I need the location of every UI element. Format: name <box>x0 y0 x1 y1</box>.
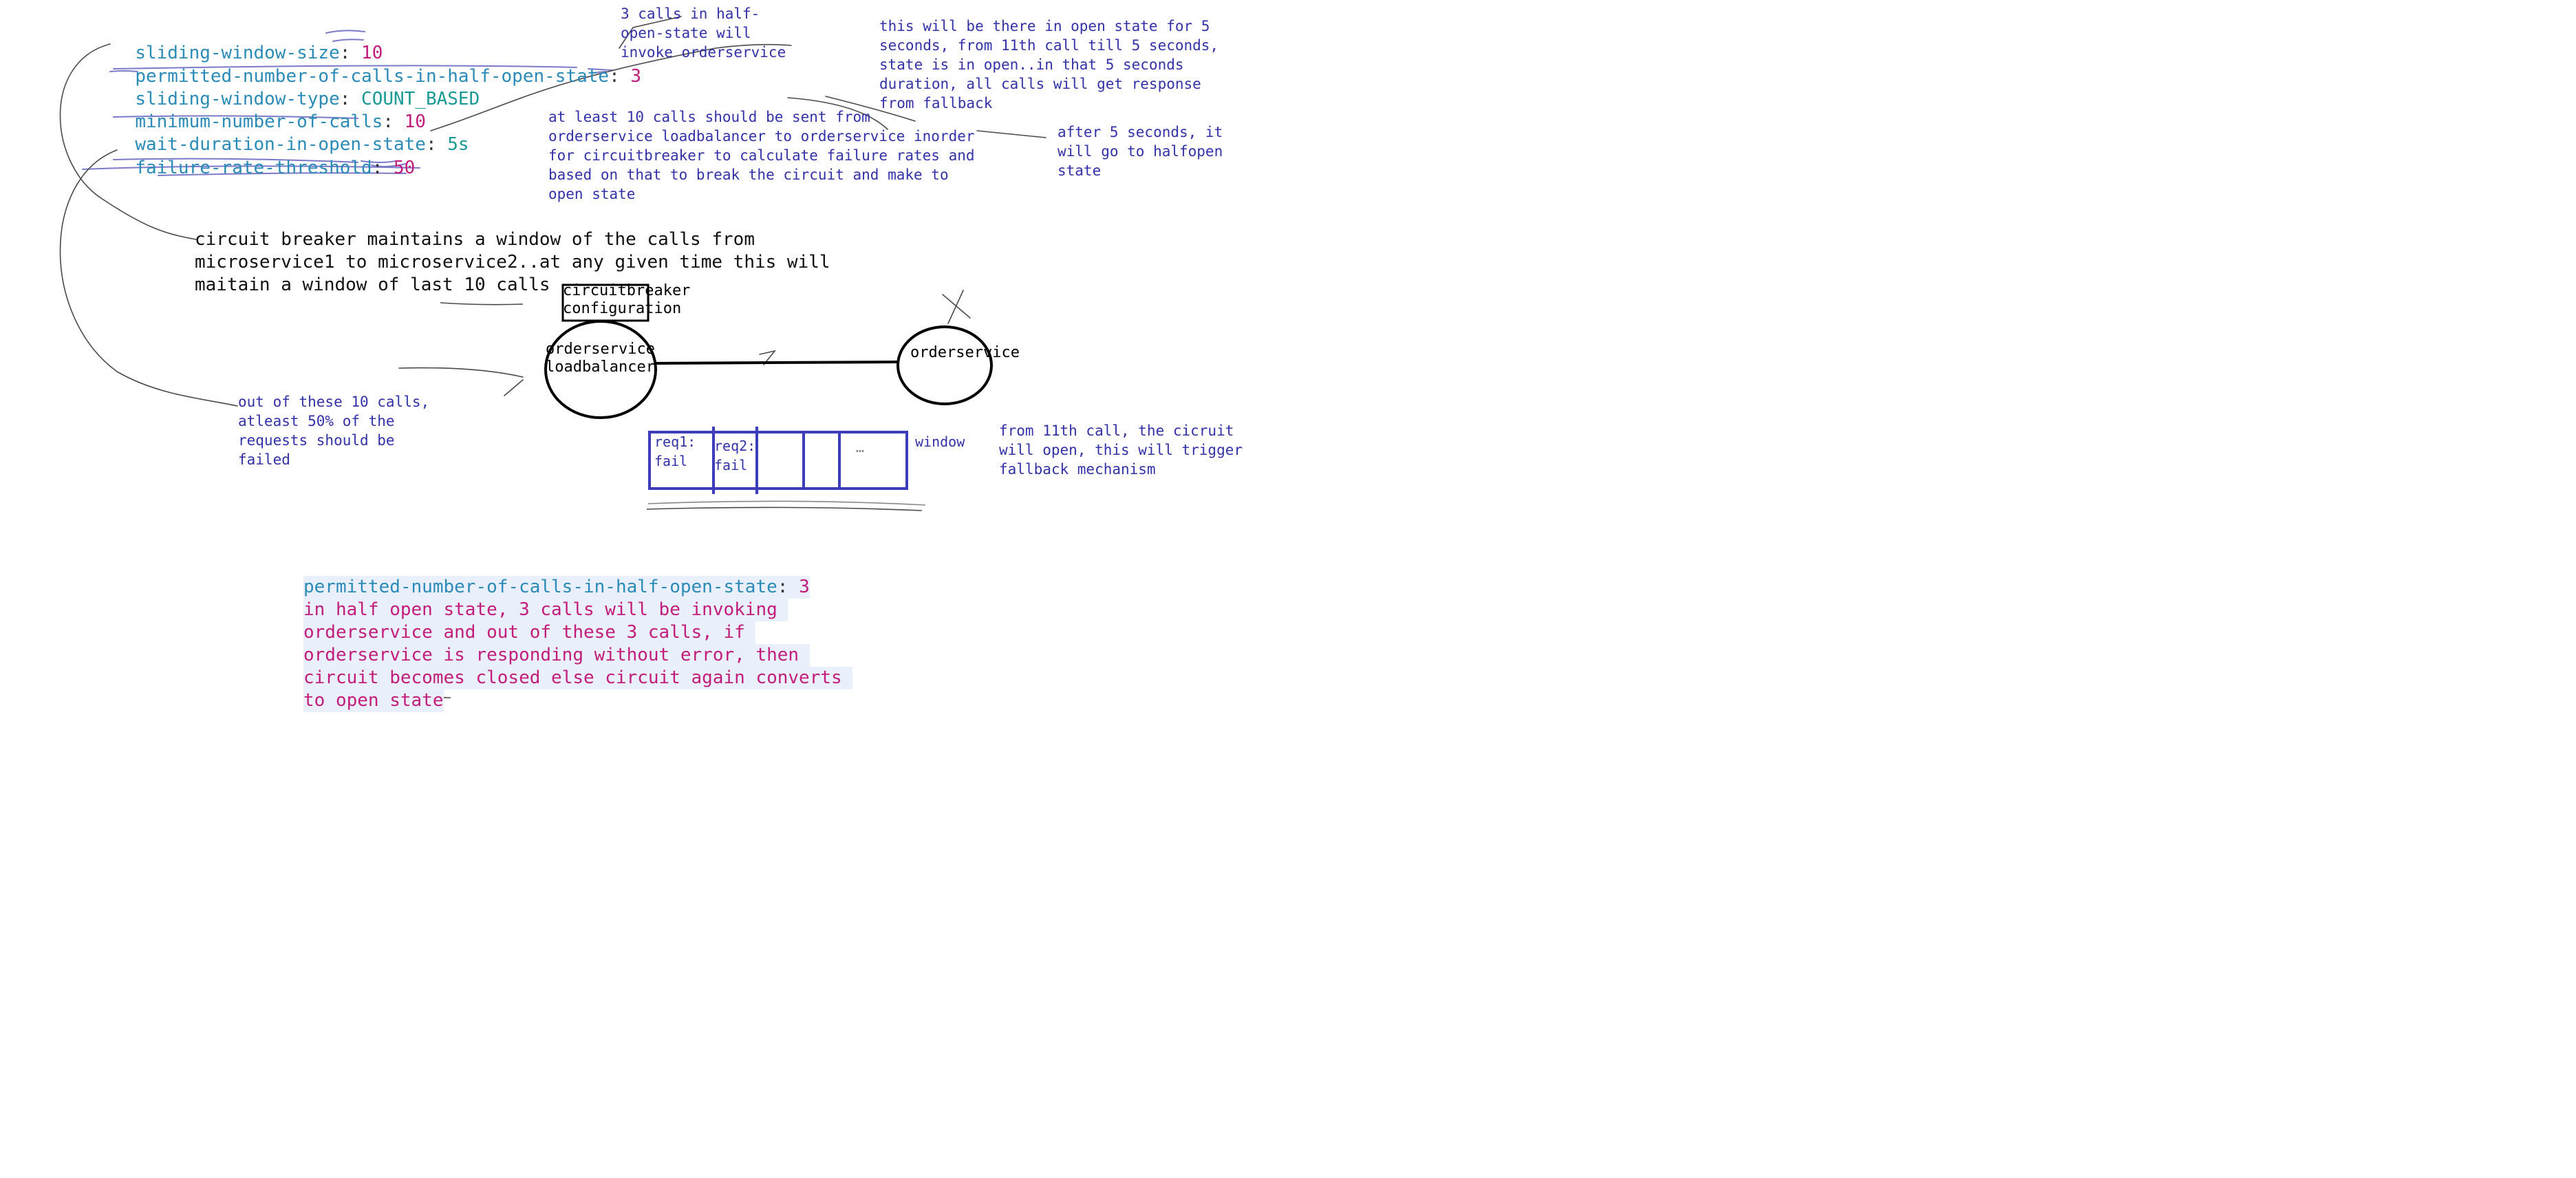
config-separator: : <box>372 158 394 178</box>
main-explanation: circuit breaker maintains a window of th… <box>195 229 830 295</box>
window-cell: req1: fail <box>654 433 696 469</box>
window-cell: req2: fail <box>714 438 756 473</box>
config-value: 5s <box>447 134 469 155</box>
note-open-state-duration: this will be there in open state for 5 s… <box>879 18 1219 111</box>
window-label: window <box>915 433 965 450</box>
orderservice-label: orderservice <box>910 344 1020 361</box>
window-cell: … <box>856 439 865 456</box>
config-separator: : <box>609 66 631 87</box>
loadbalancer-label: orderservice loadbalancer <box>546 341 655 376</box>
config-key: failure-rate-threshold <box>135 158 372 178</box>
half-open-line: circuit becomes closed else circuit agai… <box>303 667 853 689</box>
half-open-line: in half open state, 3 calls will be invo… <box>303 599 788 621</box>
half-open-line: orderservice and out of these 3 calls, i… <box>303 621 756 644</box>
half-open-key: permitted-number-of-calls-in-half-open-s… <box>303 577 777 597</box>
half-open-explanation: permitted-number-of-calls-in-half-open-s… <box>303 553 853 712</box>
note-half-open-calls: 3 calls in half- open-state will invoke … <box>621 6 786 61</box>
note-failure-rate: out of these 10 calls, atleast 50% of th… <box>238 394 430 468</box>
half-open-separator: : <box>777 577 799 597</box>
half-open-line: orderservice is responding without error… <box>303 644 810 667</box>
note-after-wait: after 5 seconds, it will go to halfopen … <box>1058 124 1223 179</box>
config-value: 3 <box>630 66 642 87</box>
half-open-value: 3 <box>799 577 810 597</box>
circuitbreaker-config-label: circuitbreaker configuration <box>563 282 691 317</box>
config-separator: : <box>425 134 448 155</box>
note-minimum-calls: at least 10 calls should be sent from or… <box>548 109 975 202</box>
config-value: 50 <box>394 158 416 178</box>
half-open-key-row: permitted-number-of-calls-in-half-open-s… <box>303 576 810 599</box>
half-open-line: to open state <box>303 689 444 712</box>
config-line: failure-rate-threshold: 50 <box>114 141 415 177</box>
note-from-11th-call: from 11th call, the cicruit will open, t… <box>999 422 1243 478</box>
